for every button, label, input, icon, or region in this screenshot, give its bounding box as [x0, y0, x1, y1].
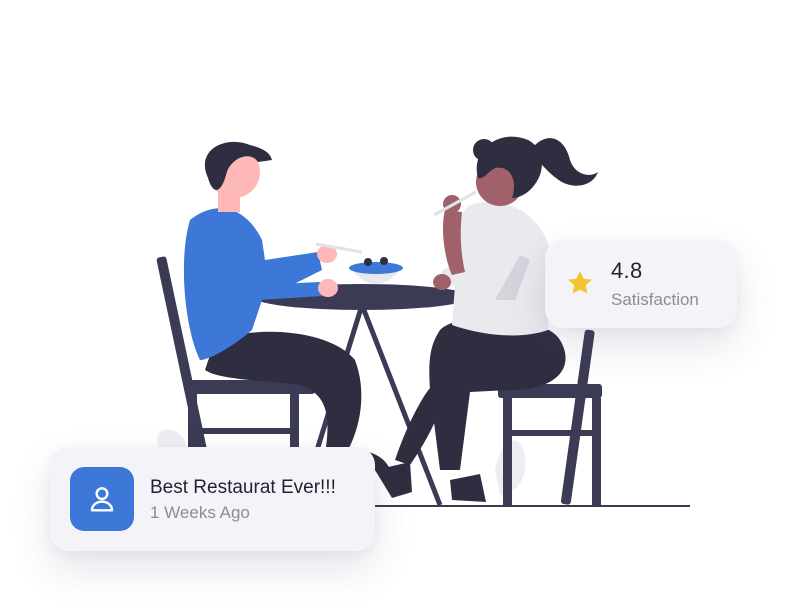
- rating-label: Satisfaction: [611, 290, 699, 309]
- avatar: [70, 467, 134, 531]
- user-icon: [90, 487, 114, 512]
- review-time: 1 Weeks Ago: [150, 503, 250, 522]
- star-icon: [568, 271, 592, 294]
- rating-value: 4.8: [611, 258, 643, 283]
- review-title: Best Restaurat Ever!!!: [150, 477, 336, 498]
- bowl: [349, 257, 403, 284]
- rating-card: 4.8 Satisfaction: [545, 240, 737, 328]
- review-card: Best Restaurat Ever!!! 1 Weeks Ago: [50, 447, 375, 551]
